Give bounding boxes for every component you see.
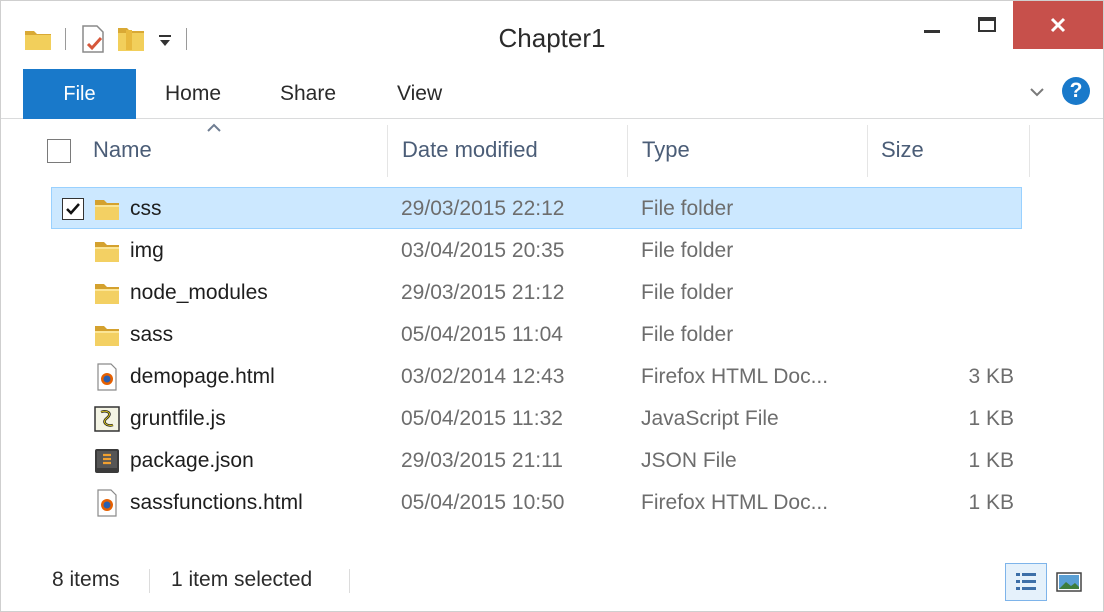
status-bar: 8 items 1 item selected <box>1 557 1103 609</box>
file-row[interactable]: img 03/04/2015 20:35 File folder <box>51 229 1022 271</box>
file-name: gruntfile.js <box>130 407 226 430</box>
chevron-down-icon[interactable] <box>1028 83 1046 101</box>
item-count: 8 items <box>52 568 120 591</box>
file-type: Firefox HTML Doc... <box>641 365 829 388</box>
file-type: File folder <box>641 239 734 262</box>
firefox-html-icon <box>92 362 122 392</box>
sublime-json-icon <box>92 446 122 476</box>
column-divider[interactable] <box>387 125 388 177</box>
column-header-name[interactable]: Name <box>93 137 152 163</box>
file-row[interactable]: package.json 29/03/2015 21:11 JSON File … <box>51 439 1022 481</box>
folder-icon <box>92 320 122 350</box>
file-row[interactable]: gruntfile.js 05/04/2015 11:32 JavaScript… <box>51 397 1022 439</box>
file-name: node_modules <box>130 281 268 304</box>
file-size: 1 KB <box>968 449 1014 472</box>
large-icons-view-icon <box>1056 572 1082 592</box>
row-checkbox[interactable] <box>62 198 84 220</box>
tab-view[interactable]: View <box>397 82 442 106</box>
file-date: 03/04/2015 20:35 <box>401 239 565 262</box>
file-type: File folder <box>641 323 734 346</box>
file-name: img <box>130 239 164 262</box>
file-date: 29/03/2015 21:12 <box>401 281 565 304</box>
maximize-button[interactable] <box>961 1 1013 47</box>
file-date: 29/03/2015 22:12 <box>401 197 565 220</box>
tab-home[interactable]: Home <box>165 82 221 106</box>
javascript-file-icon <box>92 404 122 434</box>
file-size: 1 KB <box>968 491 1014 514</box>
column-divider[interactable] <box>627 125 628 177</box>
status-divider <box>349 569 350 593</box>
explorer-window: Chapter1 File Home Share View ? Name Dat… <box>0 0 1104 612</box>
folder-icon <box>92 194 122 224</box>
folder-icon <box>92 278 122 308</box>
selection-count: 1 item selected <box>171 568 313 591</box>
file-name: sassfunctions.html <box>130 491 303 514</box>
column-header-row: Name Date modified Type Size <box>23 121 1033 183</box>
column-header-date[interactable]: Date modified <box>402 137 538 163</box>
firefox-html-icon <box>92 488 122 518</box>
file-type: JSON File <box>641 449 737 472</box>
file-date: 03/02/2014 12:43 <box>401 365 565 388</box>
file-row[interactable]: sass 05/04/2015 11:04 File folder <box>51 313 1022 355</box>
file-size: 1 KB <box>968 407 1014 430</box>
close-button[interactable] <box>1013 1 1103 49</box>
minimize-icon <box>924 29 940 33</box>
column-divider[interactable] <box>1029 125 1030 177</box>
details-view-icon <box>1016 573 1036 590</box>
file-type: File folder <box>641 197 734 220</box>
tab-file[interactable]: File <box>23 69 136 119</box>
maximize-icon <box>978 16 996 32</box>
large-icons-view-button[interactable] <box>1054 567 1084 597</box>
details-view-button[interactable] <box>1005 563 1047 601</box>
file-type: JavaScript File <box>641 407 779 430</box>
file-row[interactable]: sassfunctions.html 05/04/2015 10:50 Fire… <box>51 481 1022 523</box>
sort-ascending-icon <box>207 123 221 132</box>
folder-icon <box>92 236 122 266</box>
file-name: package.json <box>130 449 254 472</box>
file-row[interactable]: node_modules 29/03/2015 21:12 File folde… <box>51 271 1022 313</box>
column-header-type[interactable]: Type <box>642 137 690 163</box>
column-divider[interactable] <box>867 125 868 177</box>
file-row[interactable]: demopage.html 03/02/2014 12:43 Firefox H… <box>51 355 1022 397</box>
file-row[interactable]: css 29/03/2015 22:12 File folder <box>51 187 1022 229</box>
file-type: Firefox HTML Doc... <box>641 491 829 514</box>
help-icon[interactable]: ? <box>1062 77 1090 105</box>
select-all-checkbox[interactable] <box>47 139 71 163</box>
file-name: sass <box>130 323 174 346</box>
file-date: 05/04/2015 10:50 <box>401 491 565 514</box>
close-icon <box>1050 17 1066 33</box>
file-type: File folder <box>641 281 734 304</box>
check-icon <box>66 203 80 215</box>
file-date: 05/04/2015 11:32 <box>401 407 563 430</box>
file-date: 05/04/2015 11:04 <box>401 323 563 346</box>
file-size: 3 KB <box>968 365 1014 388</box>
file-name: css <box>130 197 162 220</box>
status-divider <box>149 569 150 593</box>
tab-share[interactable]: Share <box>280 82 336 106</box>
file-name: demopage.html <box>130 365 275 388</box>
column-header-size[interactable]: Size <box>881 137 924 163</box>
file-date: 29/03/2015 21:11 <box>401 449 563 472</box>
title-bar[interactable]: Chapter1 <box>1 1 1103 69</box>
minimize-button[interactable] <box>906 1 958 47</box>
ribbon-tabs: File Home Share View ? <box>1 69 1103 119</box>
